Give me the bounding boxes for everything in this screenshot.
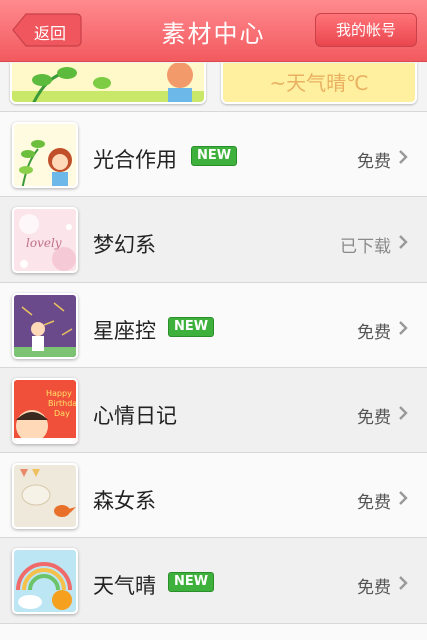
thumbnail-rainbow-sun <box>12 548 78 615</box>
item-title: 心情日记 <box>93 403 177 428</box>
thumbnail-happy-day: Happy Birthday Day <box>12 377 78 444</box>
item-status[interactable]: 免费 <box>357 488 391 513</box>
list-item[interactable]: 光合作用 NEW 免费 <box>0 111 427 197</box>
thumbnail-plant-girl <box>12 122 78 188</box>
item-status[interactable]: 免费 <box>357 403 391 428</box>
material-list: 光合作用 NEW 免费 lovely 梦幻系 已下载 星座控 NEW 免费 Ha… <box>0 111 427 640</box>
chevron-right-icon <box>399 406 408 420</box>
item-title: 梦幻系 <box>93 233 156 258</box>
featured-banner-strip: ~天气晴℃ <box>0 63 427 111</box>
featured-banner-plant[interactable] <box>10 63 206 104</box>
item-status: 已下载 <box>340 237 391 258</box>
svg-text:Day: Day <box>54 409 70 418</box>
thumbnail-dreamy: lovely <box>12 207 78 274</box>
list-item[interactable]: 星座控 NEW 免费 <box>0 281 427 367</box>
new-badge: NEW <box>168 316 215 337</box>
svg-text:lovely: lovely <box>26 236 62 250</box>
nav-bar: 返回 素材中心 我的帐号 <box>0 0 427 62</box>
featured-banner-weather[interactable]: ~天气晴℃ <box>221 63 417 104</box>
item-title: 天气晴 <box>93 574 156 599</box>
svg-text:Birthday: Birthday <box>48 399 78 408</box>
item-title: 森女系 <box>93 489 156 514</box>
svg-text:Happy: Happy <box>46 389 72 398</box>
thumbnail-forest-bird <box>12 463 78 530</box>
item-status[interactable]: 免费 <box>357 573 391 598</box>
list-item-partial <box>0 622 427 640</box>
list-item[interactable]: lovely 梦幻系 已下载 <box>0 196 427 282</box>
new-badge: NEW <box>168 572 215 593</box>
chevron-right-icon <box>399 320 408 335</box>
featured-banner-text: ~天气晴℃ <box>269 71 369 95</box>
chevron-right-icon <box>399 491 408 506</box>
list-item[interactable]: 天气晴 NEW 免费 <box>0 537 427 623</box>
chevron-right-icon <box>399 150 408 164</box>
thumbnail-constellation <box>12 292 78 359</box>
my-account-button[interactable]: 我的帐号 <box>315 13 417 47</box>
list-item[interactable]: Happy Birthday Day 心情日记 免费 <box>0 366 427 453</box>
item-title: 星座控 <box>93 318 156 343</box>
item-status[interactable]: 免费 <box>357 318 391 343</box>
item-status[interactable]: 免费 <box>357 147 391 172</box>
new-badge: NEW <box>191 146 238 166</box>
chevron-right-icon <box>399 235 408 250</box>
list-item[interactable]: 森女系 免费 <box>0 452 427 538</box>
chevron-right-icon <box>399 576 408 591</box>
item-title: 光合作用 <box>93 148 177 172</box>
